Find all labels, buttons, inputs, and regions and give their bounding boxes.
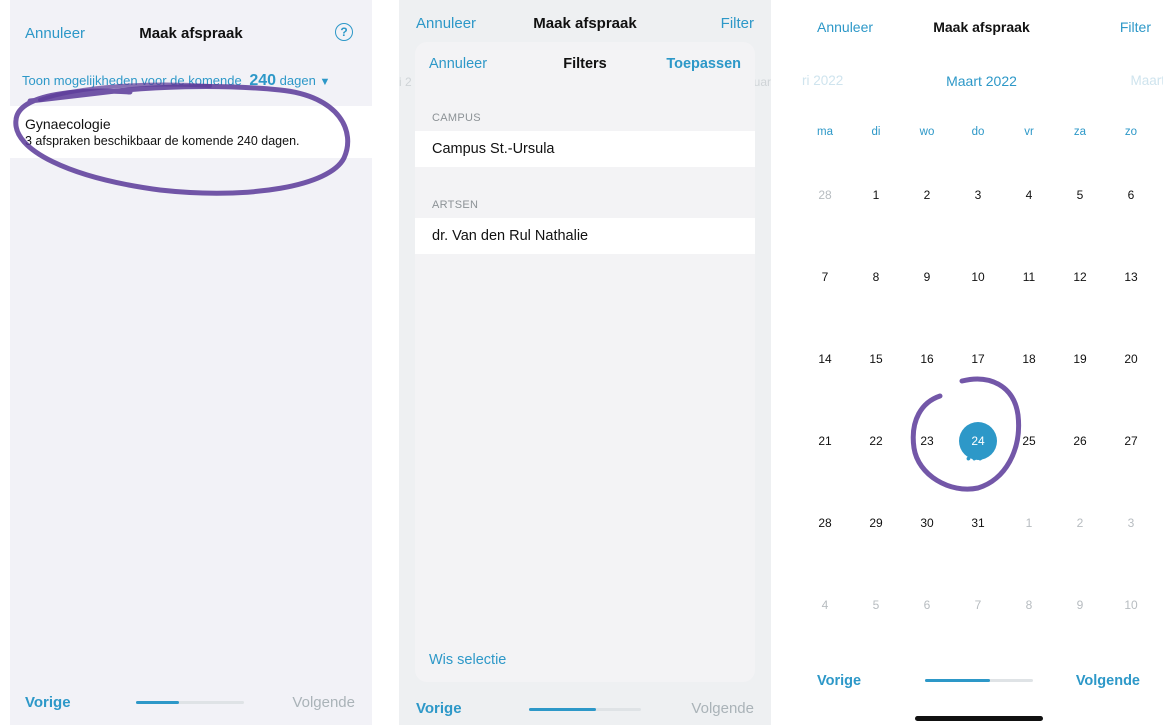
- calendar-day: 28: [818, 188, 832, 202]
- previous-button[interactable]: Vorige: [416, 700, 462, 717]
- footer-nav: Vorige Volgende: [399, 690, 771, 725]
- calendar-day[interactable]: 21: [803, 434, 847, 448]
- service-availability: 3 afspraken beschikbaar de komende 240 d…: [25, 134, 300, 148]
- previous-button[interactable]: Vorige: [817, 673, 861, 689]
- calendar-day[interactable]: 28: [803, 516, 847, 530]
- calendar-day: 6: [923, 598, 931, 612]
- calendar-day[interactable]: 11: [1007, 270, 1051, 284]
- filters-sheet: Annuleer Filters Toepassen CAMPUS Campus…: [415, 42, 755, 682]
- doctor-value: dr. Van den Rul Nathalie: [432, 228, 589, 244]
- progress-bar: [136, 701, 244, 704]
- calendar-day[interactable]: 1: [854, 188, 898, 202]
- calendar-day[interactable]: 30: [905, 516, 949, 530]
- weekday-label-ma: ma: [817, 126, 833, 138]
- calendar-day: 4: [821, 598, 829, 612]
- filter-button[interactable]: Filter: [721, 15, 754, 32]
- calendar-day: 7: [974, 598, 982, 612]
- screen-service-list: Annuleer Maak afspraak ? Toon mogelijkhe…: [10, 0, 372, 725]
- calendar-day[interactable]: 23: [905, 434, 949, 448]
- calendar-day[interactable]: 9: [905, 270, 949, 284]
- footer-nav: Vorige Volgende: [10, 680, 372, 725]
- availability-dots-indicator: •••: [966, 450, 984, 466]
- weekday-label-zo: zo: [1124, 126, 1138, 138]
- calendar-day[interactable]: 3: [956, 188, 1000, 202]
- calendar-day[interactable]: 4: [1007, 188, 1051, 202]
- weekday-label-do: do: [971, 126, 985, 138]
- section-label-campus: CAMPUS: [432, 112, 481, 124]
- apply-button[interactable]: Toepassen: [666, 56, 741, 72]
- clear-selection-button[interactable]: Wis selectie: [429, 652, 506, 668]
- calendar-day[interactable]: 7: [803, 270, 847, 284]
- calendar-day[interactable]: 15: [854, 352, 898, 366]
- progress-fill: [136, 701, 180, 704]
- calendar-day: 5: [872, 598, 880, 612]
- calendar-day[interactable]: 14: [803, 352, 847, 366]
- calendar-day[interactable]: 10: [956, 270, 1000, 284]
- weekday-label-vr: vr: [1024, 126, 1034, 138]
- weekday-label-wo: wo: [919, 126, 935, 138]
- campus-value: Campus St.-Ursula: [432, 141, 555, 157]
- campus-option[interactable]: Campus St.-Ursula: [415, 131, 755, 167]
- calendar-day: 1: [1025, 516, 1033, 530]
- previous-button[interactable]: Vorige: [25, 694, 71, 711]
- calendar-day[interactable]: 12: [1058, 270, 1102, 284]
- calendar-day[interactable]: 29: [854, 516, 898, 530]
- page-title: Maak afspraak: [533, 15, 637, 32]
- service-row-gynaecologie[interactable]: Gynaecologie 3 afspraken beschikbaar de …: [10, 106, 372, 158]
- month-peek-right: uar: [753, 75, 771, 89]
- calendar-day[interactable]: 26: [1058, 434, 1102, 448]
- question-circle-icon[interactable]: ?: [335, 23, 353, 41]
- days-range-selector[interactable]: Toon mogelijkheden voor de komende 240 d…: [22, 72, 330, 90]
- page-title: Maak afspraak: [933, 19, 1030, 35]
- month-next-label[interactable]: Maart: [1130, 73, 1163, 88]
- calendar-day: 10: [1124, 598, 1138, 612]
- nav-bar: Annuleer Maak afspraak ?: [10, 0, 372, 70]
- calendar-day[interactable]: 22: [854, 434, 898, 448]
- progress-bar: [529, 708, 641, 711]
- range-days: 240: [249, 72, 277, 89]
- weekday-label-za: za: [1073, 126, 1087, 138]
- calendar-day[interactable]: 18: [1007, 352, 1051, 366]
- calendar-day: 9: [1076, 598, 1084, 612]
- chevron-down-icon: ▼: [319, 76, 331, 88]
- weekday-label-di: di: [871, 126, 881, 138]
- calendar-day[interactable]: 19: [1058, 352, 1102, 366]
- calendar-day[interactable]: 2: [905, 188, 949, 202]
- calendar-day[interactable]: 27: [1109, 434, 1153, 448]
- screen-calendar: Annuleer Maak afspraak Filter ri 2022 Ma…: [800, 0, 1163, 725]
- calendar-day[interactable]: 25: [1007, 434, 1051, 448]
- doctor-option[interactable]: dr. Van den Rul Nathalie: [415, 218, 755, 254]
- next-button[interactable]: Volgende: [691, 700, 754, 717]
- range-prefix: Toon mogelijkheden voor de komende: [22, 73, 242, 88]
- calendar-day: 2: [1076, 516, 1084, 530]
- calendar-day: 3: [1127, 516, 1135, 530]
- service-name: Gynaecologie: [25, 116, 111, 132]
- month-current-label: Maart 2022: [946, 73, 1017, 89]
- page-title: Maak afspraak: [139, 25, 243, 42]
- screen-filters: Annuleer Maak afspraak Filter i 2 uar An…: [399, 0, 771, 725]
- next-button[interactable]: Volgende: [1076, 673, 1140, 689]
- calendar-day: 8: [1025, 598, 1033, 612]
- month-peek-left: i 2: [399, 75, 412, 89]
- calendar-day[interactable]: 31: [956, 516, 1000, 530]
- progress-fill: [925, 679, 990, 682]
- calendar-day[interactable]: 13: [1109, 270, 1153, 284]
- section-label-doctors: ARTSEN: [432, 199, 479, 211]
- range-unit: dagen: [279, 73, 316, 88]
- calendar-day[interactable]: 20: [1109, 352, 1153, 366]
- next-button[interactable]: Volgende: [292, 694, 355, 711]
- filter-button[interactable]: Filter: [1120, 19, 1151, 35]
- calendar-day[interactable]: 5: [1058, 188, 1102, 202]
- nav-bar: Annuleer Maak afspraak Filter: [399, 0, 771, 40]
- progress-fill: [529, 708, 597, 711]
- calendar-day[interactable]: 6: [1109, 188, 1153, 202]
- calendar-day[interactable]: 17: [956, 352, 1000, 366]
- home-indicator: [915, 716, 1043, 721]
- calendar-day[interactable]: 8: [854, 270, 898, 284]
- progress-bar: [925, 679, 1033, 682]
- calendar-day[interactable]: 16: [905, 352, 949, 366]
